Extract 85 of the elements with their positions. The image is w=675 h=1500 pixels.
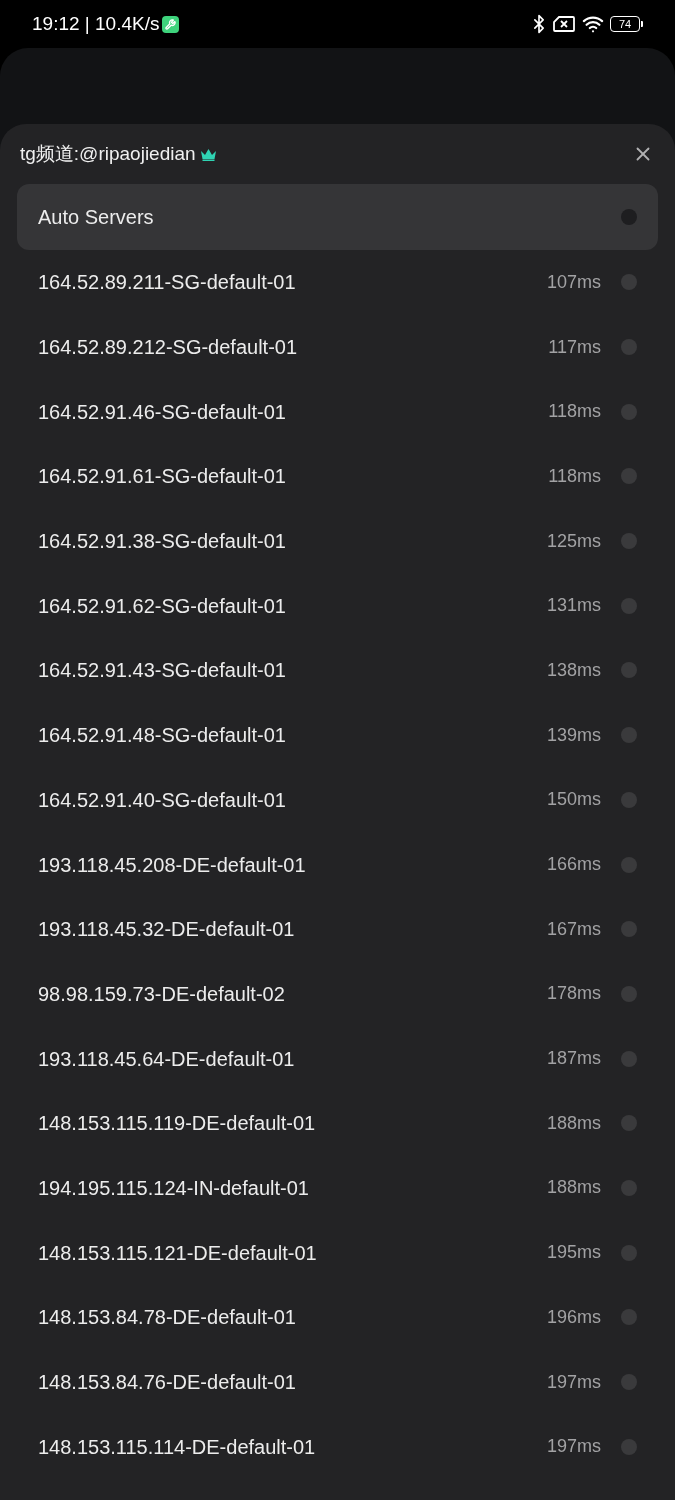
latency-text: 118ms bbox=[548, 400, 601, 424]
server-row[interactable]: 164.52.91.38-SG-default-01 125ms bbox=[17, 508, 658, 574]
dot-icon bbox=[621, 1438, 637, 1455]
server-row[interactable]: Auto Servers bbox=[17, 184, 658, 250]
dot-icon bbox=[621, 1244, 637, 1261]
latency-text: 188ms bbox=[546, 1176, 601, 1200]
server-name: 98.98.159.73-DE-default-02 bbox=[38, 981, 285, 1007]
dot-icon bbox=[621, 209, 637, 225]
server-row[interactable]: 164.52.89.212-SG-default-01 117ms bbox=[17, 314, 658, 380]
server-name: 164.52.91.61-SG-default-01 bbox=[38, 464, 286, 490]
server-row[interactable]: 98.98.159.73-DE-default-02 178ms bbox=[17, 961, 658, 1027]
server-row[interactable]: 148.153.115.119-DE-default-01 188ms bbox=[17, 1090, 658, 1156]
latency-text: 166ms bbox=[546, 853, 601, 877]
server-name: 164.52.91.40-SG-default-01 bbox=[38, 787, 286, 813]
server-row[interactable]: 148.153.115.114-DE-default-01 197ms bbox=[17, 1414, 658, 1480]
latency-text: 125ms bbox=[546, 529, 601, 553]
status-time-speed: 19:12 | 10.4K/s bbox=[32, 11, 160, 36]
server-row[interactable]: 164.52.91.43-SG-default-01 138ms bbox=[17, 638, 658, 703]
server-row[interactable]: 194.195.115.124-IN-default-01 188ms bbox=[17, 1155, 658, 1221]
no-sim-icon bbox=[553, 16, 575, 32]
server-name: 164.52.91.62-SG-default-01 bbox=[38, 593, 286, 619]
latency-text: 187ms bbox=[546, 1047, 601, 1071]
server-name: 148.153.115.121-DE-default-01 bbox=[38, 1240, 317, 1266]
server-name: 148.153.84.76-DE-default-01 bbox=[38, 1370, 296, 1396]
latency-text: 196ms bbox=[546, 1305, 601, 1329]
latency-text: 118ms bbox=[548, 464, 601, 488]
server-row[interactable]: 148.153.115.121-DE-default-01 195ms bbox=[17, 1220, 658, 1285]
server-name: 164.52.89.211-SG-default-01 bbox=[38, 270, 296, 296]
server-name: 194.195.115.124-IN-default-01 bbox=[38, 1175, 309, 1201]
dot-icon bbox=[621, 403, 637, 420]
server-name: 164.52.91.46-SG-default-01 bbox=[38, 399, 286, 425]
server-name: Auto Servers bbox=[38, 205, 154, 230]
server-name: 164.52.91.38-SG-default-01 bbox=[38, 529, 286, 555]
server-row[interactable]: 164.52.91.46-SG-default-01 118ms bbox=[17, 379, 658, 445]
dot-icon bbox=[621, 533, 637, 550]
latency-text: 197ms bbox=[546, 1435, 601, 1459]
dot-icon bbox=[621, 1115, 637, 1132]
server-row[interactable]: 164.52.91.62-SG-default-01 131ms bbox=[17, 573, 658, 639]
server-name: 148.153.115.114-DE-default-01 bbox=[38, 1434, 316, 1460]
dot-icon bbox=[621, 339, 637, 356]
latency-text: 167ms bbox=[546, 917, 601, 941]
dot-icon bbox=[621, 856, 637, 873]
latency-text: 131ms bbox=[546, 594, 601, 618]
sheet-title: tg频道:@ripaojiedian bbox=[20, 141, 196, 166]
dot-icon bbox=[621, 597, 637, 614]
battery-indicator: 74 bbox=[610, 16, 643, 32]
server-name: 148.153.84.78-DE-default-01 bbox=[38, 1305, 296, 1331]
latency-text: 107ms bbox=[546, 270, 601, 294]
server-row[interactable]: 164.52.91.61-SG-default-01 118ms bbox=[17, 444, 658, 509]
dot-icon bbox=[621, 985, 637, 1002]
server-row[interactable]: 193.118.45.64-DE-default-01 187ms bbox=[17, 1026, 658, 1091]
server-name: 164.52.91.43-SG-default-01 bbox=[38, 658, 286, 684]
server-row[interactable]: 164.52.89.211-SG-default-01 107ms bbox=[17, 250, 658, 315]
dot-icon bbox=[621, 468, 637, 485]
server-name: 148.153.115.119-DE-default-01 bbox=[38, 1111, 316, 1137]
dot-icon bbox=[621, 727, 637, 744]
server-name: 193.118.45.64-DE-default-01 bbox=[38, 1046, 295, 1072]
latency-text: 188ms bbox=[546, 1111, 601, 1135]
server-name: 164.52.91.48-SG-default-01 bbox=[38, 723, 286, 749]
latency-text: 139ms bbox=[546, 723, 601, 747]
dot-icon bbox=[621, 1374, 637, 1391]
server-name: 193.118.45.32-DE-default-01 bbox=[38, 917, 295, 943]
server-row[interactable]: 164.52.91.40-SG-default-01 150ms bbox=[17, 767, 658, 833]
server-name: 193.118.45.208-DE-default-01 bbox=[38, 852, 306, 878]
wrench-app-icon bbox=[162, 15, 180, 33]
server-name: 164.52.89.212-SG-default-01 bbox=[38, 335, 298, 361]
server-row[interactable]: 148.153.84.78-DE-default-01 196ms bbox=[17, 1285, 658, 1350]
server-row[interactable]: 164.52.91.48-SG-default-01 139ms bbox=[17, 702, 658, 768]
server-row[interactable]: 193.118.45.32-DE-default-01 167ms bbox=[17, 896, 658, 962]
latency-text: 150ms bbox=[546, 788, 601, 812]
dot-icon bbox=[621, 1179, 637, 1196]
latency-text: 197ms bbox=[546, 1370, 601, 1394]
server-row[interactable]: 193.118.45.208-DE-default-01 166ms bbox=[17, 832, 658, 897]
latency-text: 178ms bbox=[546, 982, 601, 1006]
server-row[interactable]: 148.153.84.76-DE-default-01 197ms bbox=[17, 1349, 658, 1415]
dot-icon bbox=[621, 1050, 637, 1067]
dot-icon bbox=[621, 662, 637, 679]
latency-text: 138ms bbox=[546, 658, 601, 682]
dot-icon bbox=[621, 274, 637, 291]
dot-icon bbox=[621, 921, 637, 938]
crown-icon bbox=[199, 147, 217, 161]
latency-text: 195ms bbox=[546, 1241, 601, 1265]
dot-icon bbox=[621, 1309, 637, 1326]
latency-text: 117ms bbox=[548, 335, 601, 359]
dot-icon bbox=[621, 791, 637, 808]
